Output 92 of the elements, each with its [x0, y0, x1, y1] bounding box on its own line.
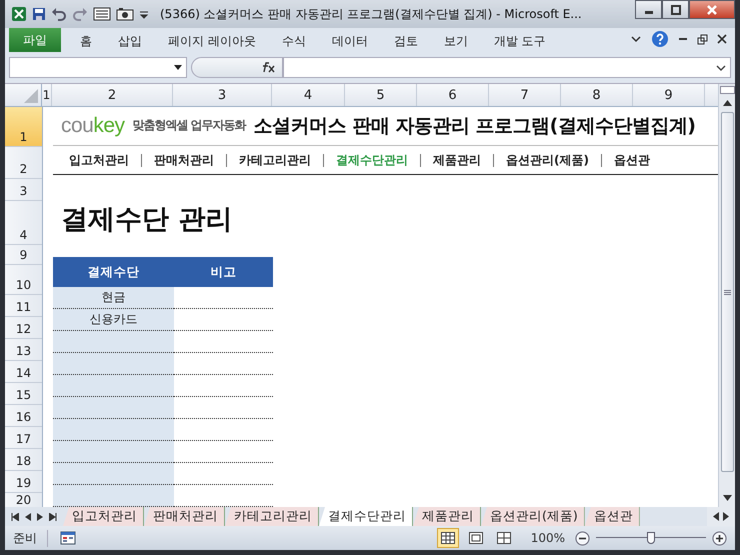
sheet-tab[interactable]: 카테고리관리 [225, 507, 319, 526]
ribbon-tab[interactable]: 홈 [67, 30, 105, 52]
excel-icon [11, 6, 27, 22]
ribbon-tab[interactable]: 데이터 [318, 30, 381, 52]
nav-link[interactable]: 결제수단관리 [336, 152, 408, 169]
next-sheet-icon[interactable] [37, 512, 43, 520]
previous-sheet-icon[interactable] [25, 512, 31, 520]
page-title: 결제수단 관리 [61, 204, 232, 236]
minimize-icon [644, 11, 652, 14]
column-header[interactable]: 1 [42, 84, 52, 106]
zoom-level[interactable]: 100% [530, 531, 565, 545]
scroll-up-icon[interactable] [722, 100, 732, 106]
table-cell: 현금 [53, 287, 174, 310]
row-header[interactable]: 16 [5, 405, 42, 427]
caret-icon[interactable] [630, 34, 642, 44]
scrollbar-thumb[interactable] [720, 112, 734, 472]
maximize-icon [670, 4, 680, 14]
column-header[interactable]: 3 [173, 84, 272, 106]
ribbon-tab[interactable]: 삽입 [105, 30, 155, 52]
nav-link[interactable]: 제품관리 [433, 152, 481, 169]
maximize-button[interactable] [662, 0, 689, 19]
row-header[interactable]: 18 [5, 449, 42, 471]
row-header[interactable]: 9 [5, 245, 42, 265]
ribbon-tab[interactable]: 수식 [268, 30, 319, 52]
sheet-tab[interactable]: 결제수단관리 [319, 507, 413, 526]
close-icon[interactable] [717, 34, 727, 44]
row-header[interactable]: 3 [5, 179, 42, 201]
ribbon-tab[interactable]: 파일 [9, 28, 61, 52]
row-header[interactable]: 10 [5, 265, 42, 295]
expand-icon[interactable] [716, 64, 726, 70]
status-text: 준비 [13, 530, 48, 546]
macro-record-icon[interactable] [60, 531, 76, 545]
nav-link[interactable]: 카테고리관리 [239, 152, 311, 169]
camera-icon[interactable] [116, 7, 134, 21]
restore-icon[interactable] [697, 34, 708, 44]
table-header-cell: 비고 [174, 257, 273, 288]
coukey-logo: coukey [61, 114, 125, 138]
sheet-heading: 소셜커머스 판매 자동관리 프로그램(결제수단별집계) [254, 114, 696, 139]
sheet-tab[interactable]: 옵션관리(제품) [481, 507, 585, 526]
close-icon [707, 4, 717, 14]
ribbon-tab[interactable]: 개발 도구 [480, 30, 559, 52]
ribbon-tab[interactable]: 검토 [380, 30, 431, 52]
scroll-down-icon[interactable] [722, 495, 732, 501]
table-cell: 신용카드 [53, 309, 174, 332]
sheet-tab[interactable]: 판매처관리 [144, 507, 225, 526]
nav-link[interactable]: 옵션관 [614, 152, 650, 169]
column-header[interactable]: 8 [561, 84, 633, 106]
row-header[interactable]: 11 [5, 295, 42, 317]
row-header[interactable]: 14 [5, 361, 42, 383]
form-icon[interactable] [93, 7, 111, 21]
first-sheet-icon[interactable] [11, 512, 19, 520]
zoom-in-icon[interactable] [712, 530, 727, 546]
sheet-tab[interactable]: 제품관리 [413, 507, 481, 526]
row-header[interactable]: 15 [5, 383, 42, 405]
column-header[interactable]: 6 [417, 84, 489, 106]
ribbon-tab[interactable]: 보기 [430, 30, 481, 52]
scroll-right-icon[interactable] [723, 512, 729, 521]
nav-link[interactable]: 옵션관리(제품) [506, 152, 589, 169]
row-header[interactable]: 12 [5, 317, 42, 339]
sheet-tab[interactable]: 입고처관리 [63, 507, 144, 526]
save-icon[interactable] [32, 7, 46, 21]
row-header[interactable]: 17 [5, 427, 42, 449]
table-header-cell: 결제수단 [53, 257, 174, 288]
undo-icon[interactable] [51, 7, 67, 21]
last-sheet-icon[interactable] [49, 512, 57, 520]
nav-link[interactable]: 입고처관리 [69, 152, 129, 169]
zoom-out-icon[interactable] [575, 530, 590, 546]
minimize-button[interactable] [635, 0, 662, 19]
split-handle[interactable] [720, 86, 734, 94]
zoom-slider[interactable] [596, 530, 706, 546]
row-header[interactable]: 1 [5, 107, 42, 147]
scroll-left-icon[interactable] [713, 512, 719, 521]
row-header[interactable]: 19 [5, 471, 42, 493]
dropdown-icon[interactable] [174, 65, 182, 70]
window-title: (5366) 소셜커머스 판매 자동관리 프로그램(결제수단별 집계) - Microsoft E... [160, 6, 583, 22]
column-header[interactable]: 2 [52, 84, 173, 106]
logo-tagline: 맞춤형엑셀 업무자동화 [132, 117, 246, 134]
close-button[interactable] [689, 0, 735, 19]
formula-field[interactable] [283, 57, 731, 78]
zoom-slider-thumb[interactable] [647, 532, 655, 544]
column-header[interactable]: 4 [272, 84, 345, 106]
column-header[interactable]: 7 [489, 84, 561, 106]
help-icon[interactable] [651, 30, 669, 48]
column-header[interactable]: 9 [633, 84, 705, 106]
sheet-tab[interactable]: 옵션관 [584, 507, 640, 526]
normal-view-button[interactable] [436, 528, 459, 548]
ribbon-tab[interactable]: 페이지 레이아웃 [155, 30, 269, 52]
nav-link[interactable]: 판매처관리 [154, 152, 214, 169]
column-header[interactable]: 5 [345, 84, 417, 106]
row-header[interactable]: 2 [5, 147, 42, 179]
row-header[interactable]: 13 [5, 339, 42, 361]
row-header[interactable]: 4 [5, 201, 42, 245]
